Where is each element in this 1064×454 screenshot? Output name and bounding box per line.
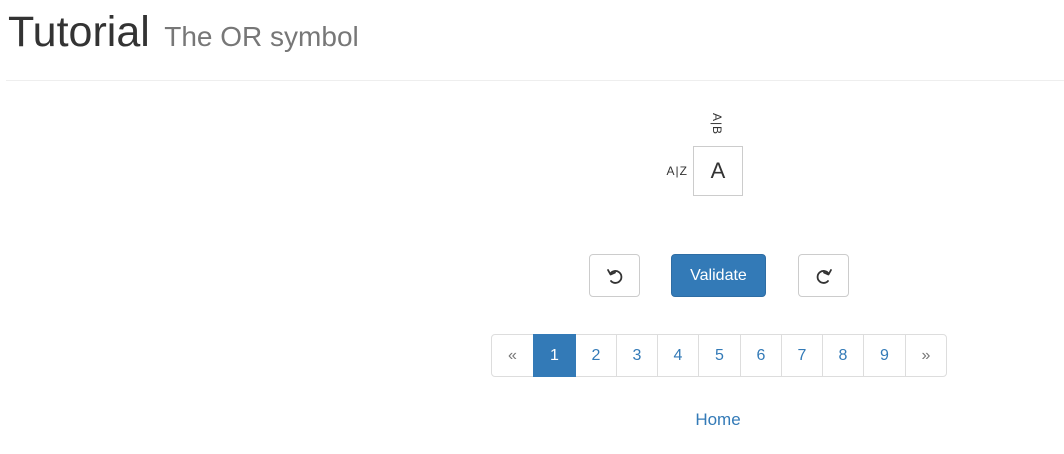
page: Tutorial The OR symbol A|B A|Z A Validat… — [0, 0, 1064, 454]
page-header: Tutorial The OR symbol — [8, 6, 359, 58]
redo-button[interactable] — [798, 254, 849, 297]
page-link-4[interactable]: 4 — [657, 334, 699, 377]
page-link-8[interactable]: 8 — [822, 334, 864, 377]
page-title: Tutorial — [8, 8, 150, 56]
page-link-1[interactable]: 1 — [533, 334, 576, 377]
pagination-next[interactable]: » — [905, 334, 947, 377]
undo-icon — [606, 268, 622, 284]
pagination: « 1 2 3 4 5 6 7 8 9 » — [491, 334, 947, 377]
puzzle-cell[interactable]: A — [693, 146, 743, 196]
page-link-9[interactable]: 9 — [863, 334, 906, 377]
home-link[interactable]: Home — [680, 410, 756, 430]
column-clue: A|B — [702, 108, 732, 140]
redo-icon — [816, 268, 832, 284]
undo-button[interactable] — [589, 254, 640, 297]
page-link-5[interactable]: 5 — [698, 334, 741, 377]
page-link-3[interactable]: 3 — [616, 334, 658, 377]
page-link-7[interactable]: 7 — [781, 334, 823, 377]
page-link-6[interactable]: 6 — [740, 334, 782, 377]
row-clue: A|Z — [666, 164, 688, 178]
validate-button[interactable]: Validate — [671, 254, 766, 297]
header-divider — [6, 80, 1064, 81]
page-link-2[interactable]: 2 — [575, 334, 617, 377]
pagination-prev[interactable]: « — [491, 334, 534, 377]
page-subtitle: The OR symbol — [164, 21, 359, 52]
column-clue-text: A|B — [710, 112, 724, 136]
